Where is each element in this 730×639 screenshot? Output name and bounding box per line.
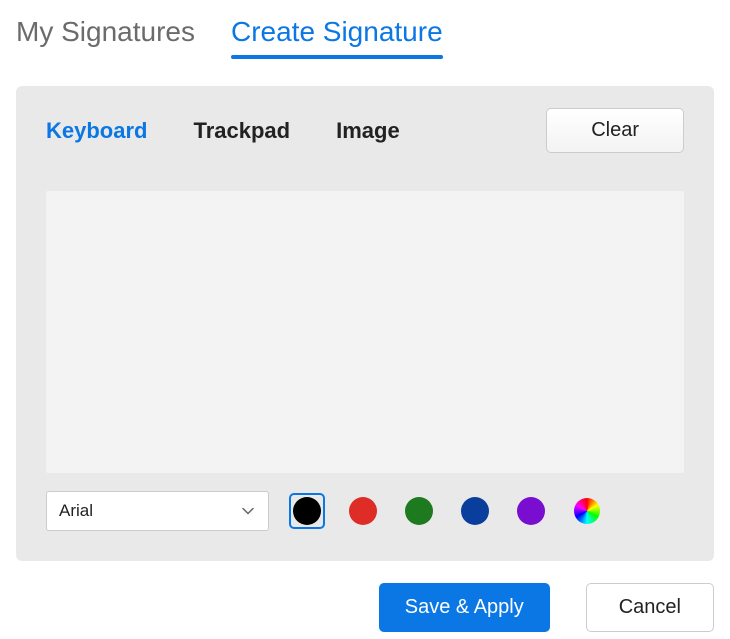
chevron-down-icon xyxy=(242,505,254,517)
color-swatch-blue[interactable] xyxy=(457,493,493,529)
color-swatch-purple[interactable] xyxy=(513,493,549,529)
color-swatches xyxy=(289,493,605,529)
clear-button[interactable]: Clear xyxy=(546,108,684,153)
circle-icon xyxy=(517,497,545,525)
save-apply-button[interactable]: Save & Apply xyxy=(379,583,550,632)
input-method-tabs: Keyboard Trackpad Image xyxy=(46,118,400,144)
font-select-value: Arial xyxy=(59,501,93,521)
color-swatch-black[interactable] xyxy=(289,493,325,529)
font-select[interactable]: Arial xyxy=(46,491,269,531)
circle-icon xyxy=(293,497,321,525)
signature-canvas[interactable] xyxy=(46,191,684,473)
input-tab-image[interactable]: Image xyxy=(336,118,400,144)
controls-row: Arial xyxy=(46,491,684,531)
panel-header: Keyboard Trackpad Image Clear xyxy=(46,108,684,153)
circle-icon xyxy=(349,497,377,525)
tab-create-signature[interactable]: Create Signature xyxy=(231,16,443,56)
footer-buttons: Save & Apply Cancel xyxy=(16,583,714,632)
rainbow-icon xyxy=(574,498,600,524)
color-swatch-custom[interactable] xyxy=(569,493,605,529)
cancel-button[interactable]: Cancel xyxy=(586,583,714,632)
input-tab-keyboard[interactable]: Keyboard xyxy=(46,118,147,144)
tab-my-signatures[interactable]: My Signatures xyxy=(16,16,195,56)
signature-panel: Keyboard Trackpad Image Clear Arial xyxy=(16,86,714,561)
main-tabs: My Signatures Create Signature xyxy=(16,16,714,56)
circle-icon xyxy=(461,497,489,525)
circle-icon xyxy=(405,497,433,525)
color-swatch-green[interactable] xyxy=(401,493,437,529)
color-swatch-red[interactable] xyxy=(345,493,381,529)
input-tab-trackpad[interactable]: Trackpad xyxy=(193,118,290,144)
